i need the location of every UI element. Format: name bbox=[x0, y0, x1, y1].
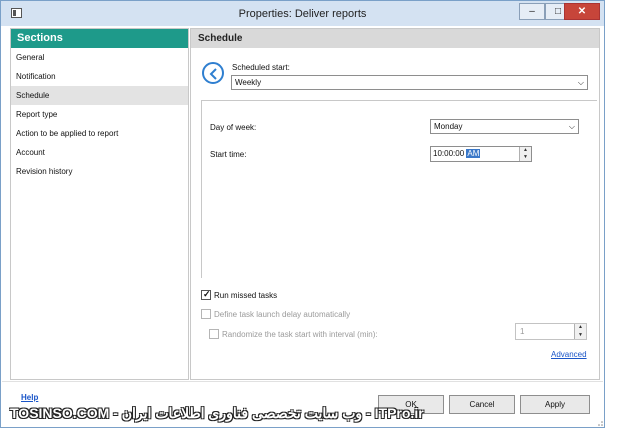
chevron-down-icon: ⌵ bbox=[577, 78, 584, 87]
schedule-settings-group: Day of week: Monday ⌵ Start time: 10:00:… bbox=[201, 100, 597, 278]
resize-grip-icon[interactable] bbox=[596, 419, 604, 427]
start-time-input[interactable]: 10:00:00 AM ▲ ▼ bbox=[430, 146, 532, 162]
start-time-ampm[interactable]: AM bbox=[466, 149, 481, 158]
scheduled-start-value: Weekly bbox=[235, 78, 262, 87]
define-delay-label: Define task launch delay automatically bbox=[214, 310, 351, 319]
start-time-label: Start time: bbox=[210, 150, 247, 159]
close-button[interactable]: ✕ bbox=[564, 3, 600, 20]
cancel-button[interactable]: Cancel bbox=[449, 395, 515, 414]
randomize-interval-value: 1 bbox=[520, 327, 525, 336]
checkmark-icon: ✓ bbox=[203, 289, 211, 299]
randomize-interval-input[interactable]: 1 ▲ ▼ bbox=[515, 323, 587, 340]
interval-spinner[interactable]: ▲ ▼ bbox=[574, 324, 586, 339]
properties-window: Properties: Deliver reports – □ ✕ Sectio… bbox=[0, 0, 605, 428]
randomize-checkbox[interactable] bbox=[209, 329, 219, 339]
define-delay-checkbox[interactable] bbox=[201, 309, 211, 319]
schedule-clock-icon bbox=[202, 62, 224, 84]
spin-up-icon[interactable]: ▲ bbox=[520, 147, 531, 154]
sidebar-item-action-to-report[interactable]: Action to be applied to report bbox=[11, 124, 188, 143]
sidebar-item-revision-history[interactable]: Revision history bbox=[11, 162, 188, 181]
schedule-panel: Schedule Scheduled start: Weekly ⌵ Day o… bbox=[190, 28, 600, 380]
time-spinner[interactable]: ▲ ▼ bbox=[519, 147, 531, 161]
run-missed-tasks-label: Run missed tasks bbox=[214, 291, 278, 300]
advanced-link[interactable]: Advanced bbox=[551, 350, 587, 359]
sections-header: Sections bbox=[11, 29, 188, 48]
apply-button[interactable]: Apply bbox=[520, 395, 590, 414]
minimize-button[interactable]: – bbox=[519, 3, 545, 20]
panel-title: Schedule bbox=[191, 29, 599, 48]
sections-sidebar: Sections General Notification Schedule R… bbox=[10, 28, 189, 380]
watermark-text: TOSINSO.COM - وب سایت تخصصی فناوری اطلاع… bbox=[10, 405, 424, 421]
day-of-week-value: Monday bbox=[434, 122, 463, 131]
sidebar-item-notification[interactable]: Notification bbox=[11, 67, 188, 86]
scheduled-start-label: Scheduled start: bbox=[232, 63, 290, 72]
sidebar-item-report-type[interactable]: Report type bbox=[11, 105, 188, 124]
randomize-label: Randomize the task start with interval (… bbox=[222, 330, 378, 339]
help-link[interactable]: Help bbox=[21, 393, 38, 402]
spin-down-icon[interactable]: ▼ bbox=[520, 154, 531, 161]
sidebar-item-schedule[interactable]: Schedule bbox=[11, 86, 188, 105]
day-of-week-select[interactable]: Monday ⌵ bbox=[430, 119, 579, 134]
title-bar[interactable]: Properties: Deliver reports – □ ✕ bbox=[1, 1, 604, 26]
day-of-week-label: Day of week: bbox=[210, 123, 257, 132]
spin-up-icon[interactable]: ▲ bbox=[575, 324, 586, 332]
spin-down-icon[interactable]: ▼ bbox=[575, 332, 586, 340]
start-time-value: 10:00:00 bbox=[433, 149, 465, 158]
scheduled-start-select[interactable]: Weekly ⌵ bbox=[231, 75, 588, 90]
chevron-down-icon: ⌵ bbox=[568, 122, 575, 131]
sidebar-item-account[interactable]: Account bbox=[11, 143, 188, 162]
sidebar-item-general[interactable]: General bbox=[11, 48, 188, 67]
window-title: Properties: Deliver reports bbox=[238, 8, 367, 20]
run-missed-tasks-checkbox[interactable]: ✓ bbox=[201, 289, 211, 300]
